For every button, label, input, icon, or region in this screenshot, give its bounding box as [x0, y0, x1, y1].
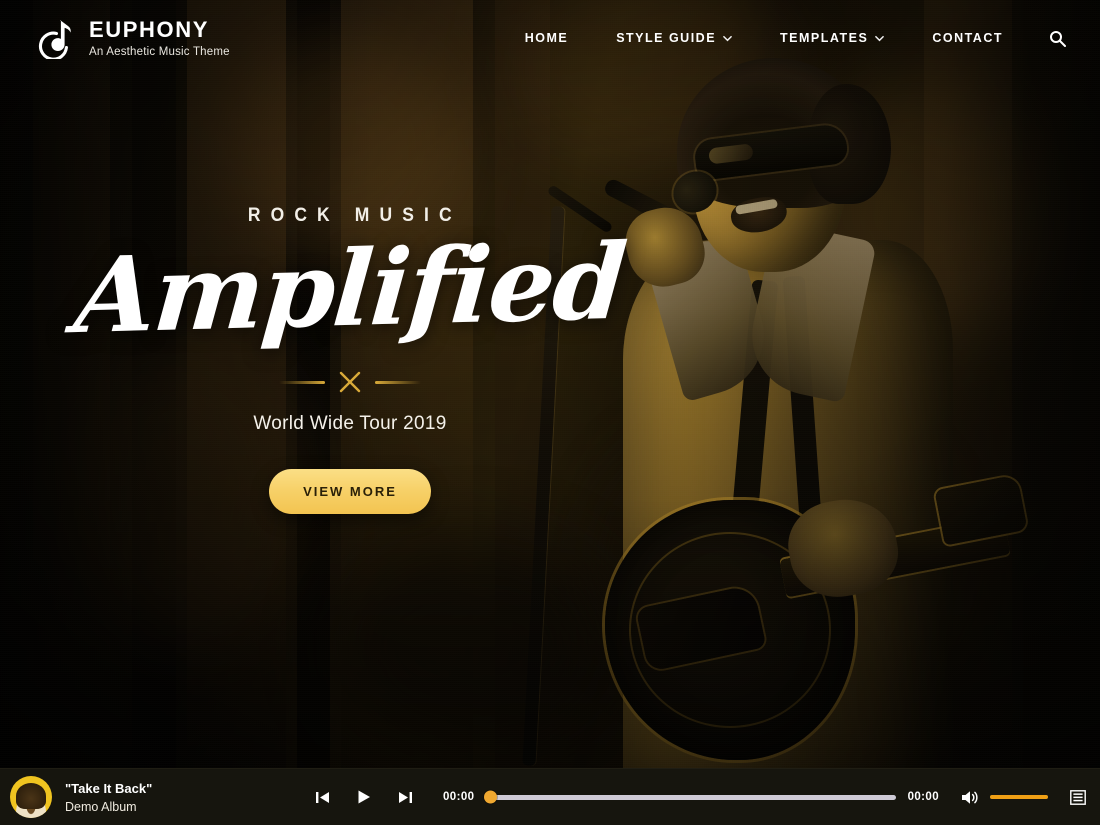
- nav-label: STYLE GUIDE: [616, 31, 717, 45]
- previous-button[interactable]: [315, 790, 330, 805]
- next-button[interactable]: [398, 790, 413, 805]
- album-name: Demo Album: [65, 799, 137, 814]
- site-header: EUPHONY An Aesthetic Music Theme HOME ST…: [0, 0, 1100, 76]
- brand-tagline: An Aesthetic Music Theme: [89, 46, 230, 59]
- brand-name: EUPHONY: [89, 16, 209, 42]
- volume-slider[interactable]: [990, 795, 1048, 799]
- nav-label: TEMPLATES: [780, 31, 869, 45]
- nav-label: HOME: [524, 31, 569, 45]
- music-note-icon: [38, 20, 71, 59]
- nav-item-home[interactable]: HOME: [501, 21, 593, 55]
- play-icon: [358, 790, 370, 804]
- chevron-down-icon: [875, 35, 885, 41]
- music-player-bar: "Take It Back" Demo Album 00:00 00:00: [0, 768, 1100, 825]
- search-button[interactable]: [1027, 20, 1074, 57]
- brand-logo[interactable]: EUPHONY An Aesthetic Music Theme: [36, 17, 230, 59]
- progress-handle[interactable]: [484, 790, 498, 804]
- volume-button[interactable]: [961, 790, 978, 805]
- skip-previous-icon: [316, 791, 329, 803]
- page-root: EUPHONY An Aesthetic Music Theme HOME ST…: [0, 0, 1100, 825]
- x-divider-icon: [339, 372, 361, 393]
- elapsed-time: 00:00: [443, 791, 475, 803]
- skip-next-icon: [399, 791, 412, 803]
- hero-headline: Amplified: [70, 219, 630, 358]
- transport-controls: [315, 789, 413, 805]
- progress-slider[interactable]: [484, 790, 896, 804]
- play-button[interactable]: [356, 789, 372, 805]
- hero-subline: World Wide Tour 2019: [253, 413, 447, 435]
- track-title: "Take It Back": [65, 780, 153, 796]
- main-navigation: HOME STYLE GUIDE TEMPLATES CONTACT: [501, 20, 1074, 57]
- nav-item-contact[interactable]: CONTACT: [908, 21, 1027, 55]
- nav-item-style-guide[interactable]: STYLE GUIDE: [592, 21, 756, 55]
- track-info: "Take It Back" Demo Album: [65, 781, 215, 814]
- playlist-icon: [1070, 789, 1086, 805]
- album-art-thumbnail[interactable]: [10, 776, 52, 818]
- hero-content: ROCK MUSIC Amplified World Wide Tour 201…: [0, 205, 700, 515]
- playlist-button[interactable]: [1070, 789, 1086, 805]
- nav-label: CONTACT: [932, 31, 1003, 45]
- nav-item-templates[interactable]: TEMPLATES: [756, 21, 908, 55]
- hero-divider: [279, 369, 421, 395]
- volume-icon: [962, 790, 978, 804]
- view-more-button[interactable]: VIEW MORE: [269, 469, 431, 515]
- chevron-down-icon: [723, 35, 732, 41]
- hero-kicker: ROCK MUSIC: [248, 205, 462, 226]
- search-icon: [1050, 30, 1066, 47]
- total-time: 00:00: [907, 791, 939, 803]
